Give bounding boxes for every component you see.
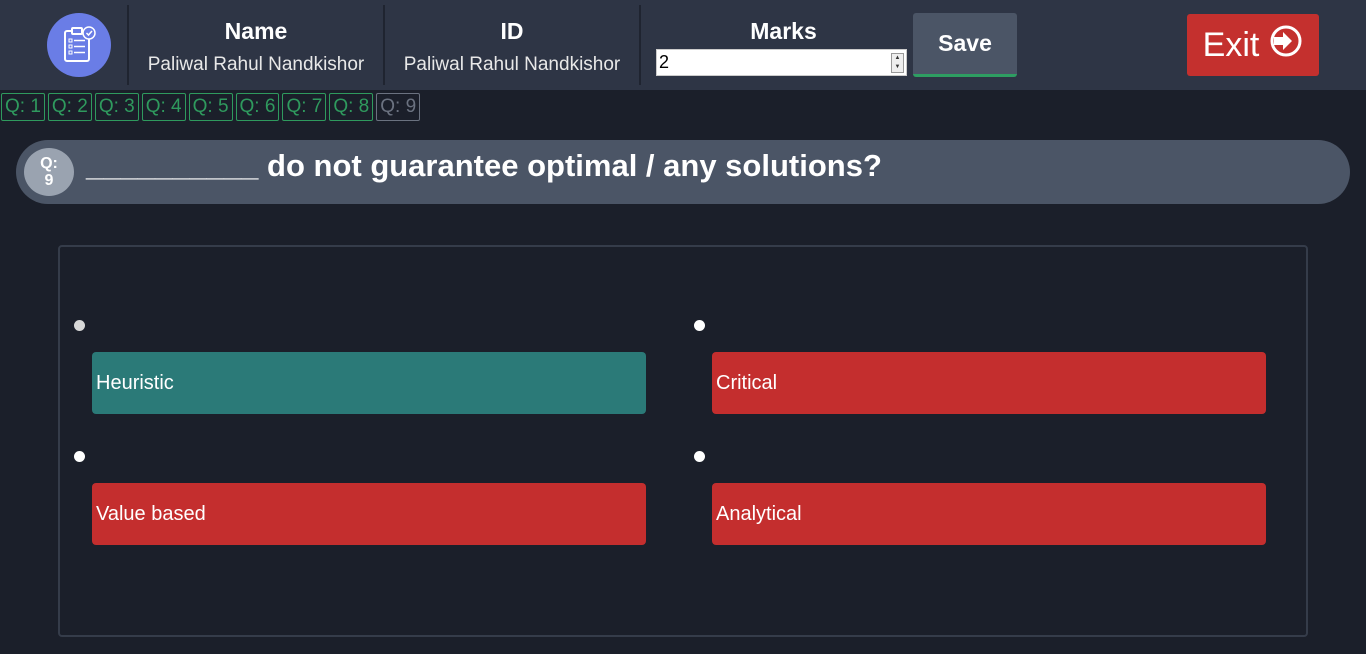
quiz-clipboard-icon: [47, 13, 111, 77]
badge-prefix: Q:: [40, 155, 58, 172]
header-divider: [383, 5, 385, 85]
option-button-3[interactable]: Value based: [92, 483, 646, 545]
exit-button[interactable]: Exit: [1187, 14, 1319, 76]
option-radio[interactable]: [694, 451, 705, 462]
header-divider: [639, 5, 641, 85]
name-value: Paliwal Rahul Nandkishor: [147, 54, 365, 75]
id-column: ID Paliwal Rahul Nandkishor: [386, 14, 638, 82]
stepper-up-icon[interactable]: ▲: [892, 54, 903, 63]
question-tab-8[interactable]: Q: 8: [329, 93, 374, 121]
badge-number: 9: [44, 172, 54, 189]
question-tab-5[interactable]: Q: 5: [188, 93, 233, 121]
marks-value: 2: [659, 52, 670, 72]
id-value: Paliwal Rahul Nandkishor: [403, 54, 621, 75]
id-label: ID: [500, 18, 524, 44]
option-radio[interactable]: [694, 320, 705, 331]
question-tab-9[interactable]: Q: 9: [376, 93, 421, 121]
question-tab-3[interactable]: Q: 3: [94, 93, 139, 121]
question-tab-7[interactable]: Q: 7: [282, 93, 327, 121]
top-bar: Name Paliwal Rahul Nandkishor ID Paliwal…: [0, 0, 1366, 90]
name-column: Name Paliwal Rahul Nandkishor: [130, 14, 382, 82]
name-label: Name: [224, 18, 288, 44]
marks-input[interactable]: 2 ▲ ▼: [656, 49, 907, 76]
option-radio[interactable]: [74, 451, 85, 462]
stepper-down-icon[interactable]: ▼: [892, 63, 903, 72]
option-button-4[interactable]: Analytical: [712, 483, 1266, 545]
marks-label: Marks: [750, 18, 817, 44]
question-tab-4[interactable]: Q: 4: [141, 93, 186, 121]
question-text: __________ do not guarantee optimal / an…: [86, 148, 882, 183]
question-tab-1[interactable]: Q: 1: [1, 93, 45, 121]
question-tab-6[interactable]: Q: 6: [235, 93, 280, 121]
question-tab-2[interactable]: Q: 2: [47, 93, 92, 121]
save-button[interactable]: Save: [913, 13, 1017, 77]
marks-stepper[interactable]: ▲ ▼: [891, 53, 904, 73]
option-button-2[interactable]: Critical: [712, 352, 1266, 414]
question-navigator: Q: 1 Q: 2 Q: 3 Q: 4 Q: 5 Q: 6 Q: 7 Q: 8 Q: 9: [1, 93, 421, 121]
option-button-1[interactable]: Heuristic: [92, 352, 646, 414]
header-divider: [127, 5, 129, 85]
options-panel: Heuristic Critical Value based Analytica…: [58, 245, 1308, 637]
marks-column: Marks: [656, 14, 911, 48]
sign-in-arrow-icon: [1269, 24, 1303, 67]
option-radio[interactable]: [74, 320, 85, 331]
question-number-badge: Q: 9: [24, 148, 74, 196]
exit-label: Exit: [1202, 25, 1260, 64]
question-bar: Q: 9 __________ do not guarantee optimal…: [16, 140, 1350, 204]
